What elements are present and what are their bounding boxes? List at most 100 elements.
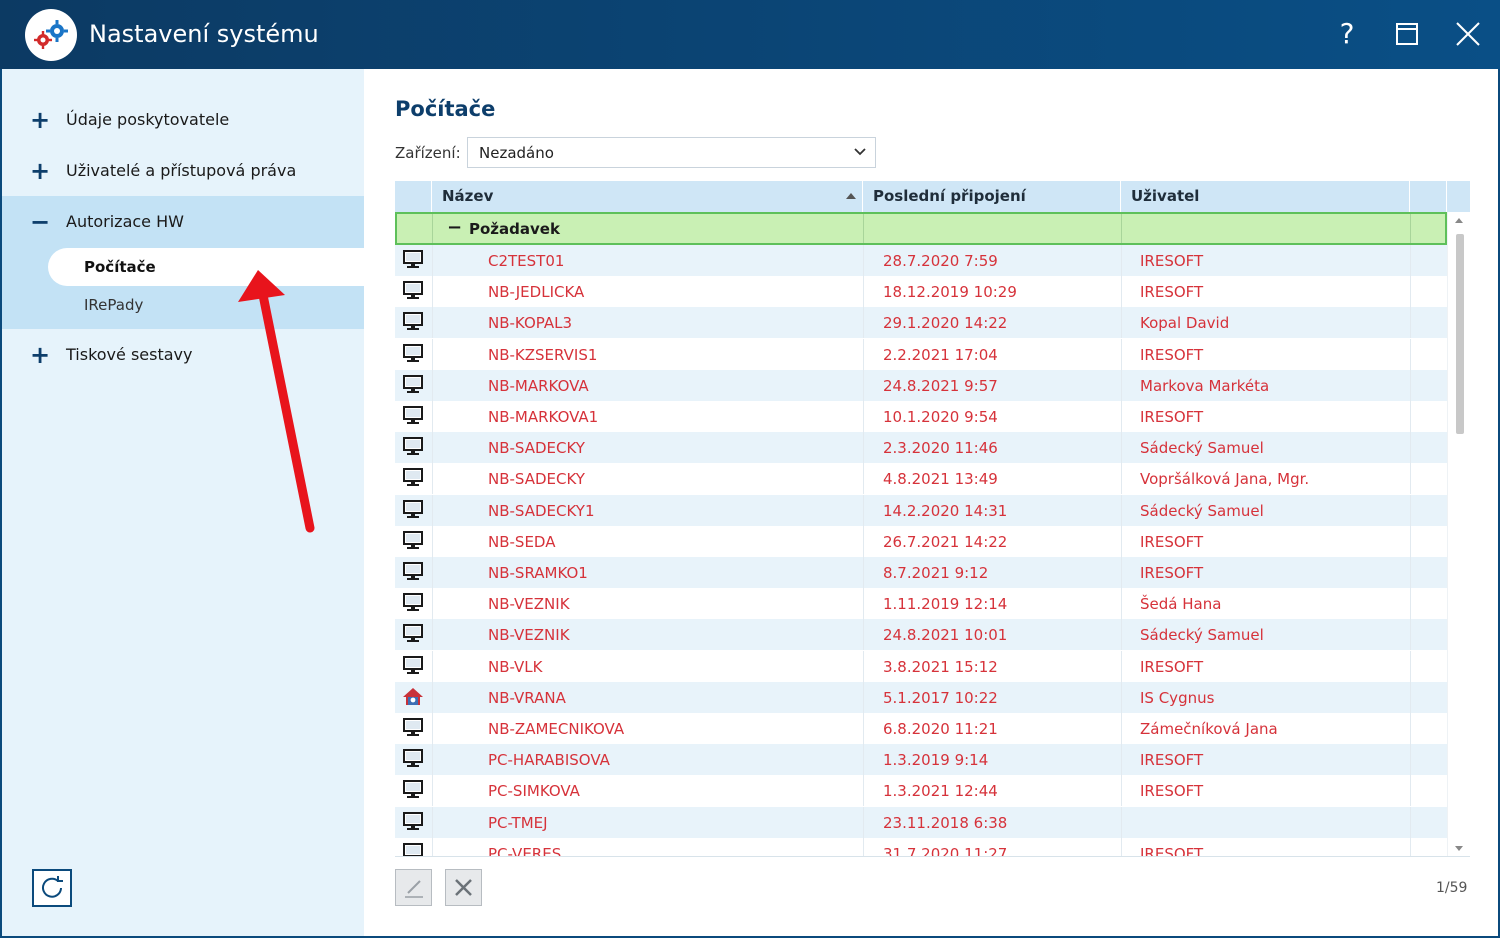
- monitor-icon: [402, 530, 424, 551]
- column-divider: [863, 432, 864, 464]
- table-row[interactable]: PC-HARABISOVA 1.3.2019 9:14 IRESOFT: [395, 744, 1447, 776]
- cell-last-connection: 8.7.2021 9:12: [883, 564, 989, 582]
- table-row[interactable]: NB-VEZNIK 1.11.2019 12:14 Šedá Hana: [395, 588, 1447, 620]
- cell-last-connection: 26.7.2021 14:22: [883, 532, 1008, 551]
- table-row[interactable]: NB-VLK 3.8.2021 15:12 IRESOFT: [395, 650, 1447, 682]
- maximize-button[interactable]: [1386, 14, 1428, 56]
- header-last-connection[interactable]: Poslední připojení: [863, 181, 1121, 212]
- close-button[interactable]: [1447, 14, 1489, 56]
- table-row[interactable]: NB-KOPAL3 29.1.2020 14:22 Kopal David: [395, 307, 1447, 339]
- monitor-icon: [402, 593, 424, 613]
- cell-last-connection: 1.11.2019 12:14: [883, 595, 1008, 614]
- device-select[interactable]: Nezadáno: [467, 137, 876, 168]
- sidebar-item-hw-authorization[interactable]: − Autorizace HW: [2, 198, 364, 248]
- sidebar-subitem-label: IRePady: [84, 296, 144, 314]
- column-divider: [863, 744, 864, 776]
- column-divider: [432, 681, 433, 713]
- table-row[interactable]: C2TEST01 28.7.2020 7:59 IRESOFT: [395, 245, 1447, 276]
- edit-button[interactable]: [395, 869, 432, 906]
- monitor-icon: [402, 624, 424, 644]
- cell-user: IRESOFT: [1140, 782, 1204, 801]
- column-divider: [1121, 463, 1122, 495]
- sidebar-item-users-rights[interactable]: + Uživatelé a přístupová práva: [2, 147, 364, 197]
- table-row[interactable]: NB-VEZNIK 24.8.2021 10:01 Sádecký Samuel: [395, 619, 1447, 651]
- table-row[interactable]: NB-MARKOVA1 10.1.2020 9:54 IRESOFT: [395, 401, 1447, 432]
- cell-user: IRESOFT: [1140, 564, 1204, 582]
- sidebar-item-label: Tiskové sestavy: [66, 345, 193, 364]
- table-row[interactable]: NB-SADECKY 4.8.2021 13:49 Vopršálková Jana…: [395, 463, 1447, 495]
- gears-icon: [25, 9, 77, 61]
- cell-name: PC-HARABISOVA: [488, 751, 610, 770]
- cell-last-connection: 5.1.2017 10:22: [883, 688, 998, 707]
- collapse-icon: −: [30, 208, 51, 236]
- column-divider: [863, 775, 864, 807]
- expand-icon: +: [30, 106, 51, 134]
- cell-name: NB-VEZNIK: [488, 595, 570, 614]
- monitor-icon: [402, 842, 424, 856]
- table-row[interactable]: NB-ZAMECNIKOVA 6.8.2020 11:21 Zámečníková …: [395, 713, 1447, 744]
- collapse-icon: −: [447, 217, 463, 238]
- column-divider: [863, 806, 864, 838]
- group-row-request[interactable]: − Požadavek: [395, 212, 1447, 245]
- column-divider: [432, 494, 433, 526]
- cell-last-connection: 4.8.2021 13:49: [883, 470, 998, 489]
- column-divider: [432, 432, 433, 464]
- column-divider: [1410, 619, 1411, 651]
- cell-user: Markova Markéta: [1140, 376, 1270, 395]
- column-divider: [1410, 588, 1411, 620]
- table-row[interactable]: NB-VRANA 5.1.2017 10:22 IS Cygnus: [395, 681, 1447, 713]
- vertical-scrollbar[interactable]: [1447, 212, 1470, 856]
- table-row[interactable]: NB-SADECKY1 14.2.2020 14:31 Sádecký Samuel: [395, 494, 1447, 526]
- cell-user: Sádecký Samuel: [1140, 626, 1264, 645]
- refresh-button[interactable]: [32, 869, 72, 907]
- record-counter: 1/59: [1436, 880, 1468, 896]
- scroll-up-icon: [1455, 218, 1463, 223]
- column-divider: [863, 681, 864, 713]
- table-row[interactable]: PC-VERES 31.7.2020 11:27 IRESOFT: [395, 837, 1447, 857]
- cell-last-connection: 10.1.2020 9:54: [883, 408, 998, 426]
- column-divider: [1121, 245, 1122, 276]
- help-button[interactable]: ?: [1326, 14, 1368, 56]
- cell-name: NB-MARKOVA1: [488, 408, 599, 426]
- header-label: Uživatel: [1131, 187, 1200, 205]
- delete-button[interactable]: [445, 869, 482, 906]
- column-divider: [863, 588, 864, 620]
- cell-name: NB-KZSERVIS1: [488, 345, 598, 364]
- header-label: Název: [442, 187, 494, 205]
- divider: [1121, 214, 1122, 243]
- column-divider: [432, 650, 433, 682]
- monitor-icon: [402, 343, 424, 364]
- monitor-icon: [402, 437, 424, 457]
- title-bar: Nastavení systému ?: [0, 0, 1500, 69]
- column-divider: [432, 619, 433, 651]
- column-divider: [1121, 494, 1122, 526]
- table-row[interactable]: PC-SIMKOVA 1.3.2021 12:44 IRESOFT: [395, 775, 1447, 807]
- cell-user: IRESOFT: [1140, 345, 1204, 364]
- table-row[interactable]: NB-JEDLICKA 18.12.2019 10:29 IRESOFT: [395, 276, 1447, 308]
- table-row[interactable]: NB-SEDA 26.7.2021 14:22 IRESOFT: [395, 525, 1447, 557]
- close-icon: [1456, 22, 1480, 46]
- column-divider: [1121, 276, 1122, 308]
- scrollbar-thumb[interactable]: [1456, 234, 1464, 434]
- column-divider: [1410, 338, 1411, 370]
- header-user[interactable]: Uživatel: [1121, 181, 1410, 212]
- cell-name: NB-SRAMKO1: [488, 564, 588, 582]
- column-divider: [1121, 369, 1122, 401]
- table-row[interactable]: NB-SRAMKO1 8.7.2021 9:12 IRESOFT: [395, 557, 1447, 588]
- table-row[interactable]: NB-SADECKY 2.3.2020 11:46 Sádecký Samuel: [395, 432, 1447, 464]
- column-divider: [1121, 432, 1122, 464]
- column-divider: [863, 245, 864, 276]
- cell-name: PC-VERES: [488, 844, 562, 857]
- table-row[interactable]: NB-MARKOVA 24.8.2021 9:57 Markova Markéta: [395, 369, 1447, 401]
- table-row[interactable]: NB-KZSERVIS1 2.2.2021 17:04 IRESOFT: [395, 338, 1447, 370]
- column-divider: [1410, 307, 1411, 339]
- column-divider: [1410, 494, 1411, 526]
- header-name[interactable]: Název: [432, 181, 863, 212]
- home-icon: [402, 687, 424, 707]
- table-header: Název Poslední připojení Uživatel: [395, 181, 1470, 212]
- cell-name: PC-TMEJ: [488, 813, 548, 832]
- sidebar-item-provider-data[interactable]: + Údaje poskytovatele: [2, 96, 364, 146]
- cell-user: Vopršálková Jana, Mgr.: [1140, 470, 1310, 489]
- table-row[interactable]: PC-TMEJ 23.11.2018 6:38: [395, 806, 1447, 838]
- monitor-icon: [402, 780, 424, 800]
